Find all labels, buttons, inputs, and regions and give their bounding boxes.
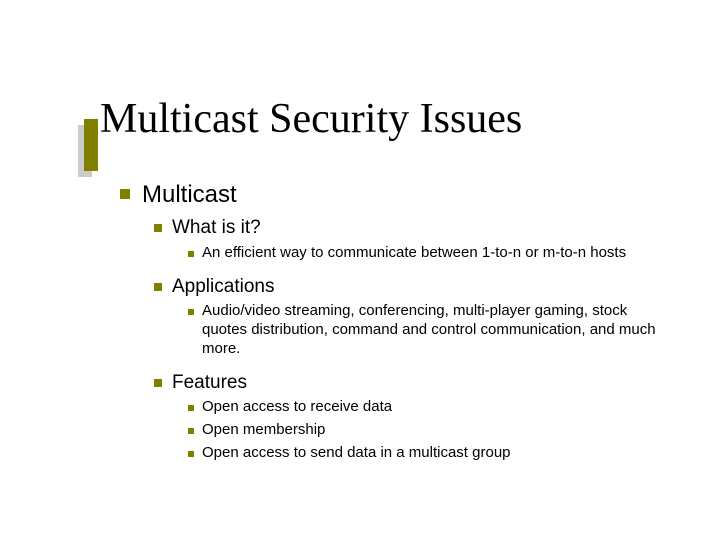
title-block: Multicast Security Issues [100, 95, 522, 143]
bullet-l2-applications: Applications [154, 275, 660, 299]
square-bullet-icon [188, 251, 194, 257]
bullet-text: Multicast [142, 180, 660, 210]
square-bullet-icon [154, 379, 162, 387]
square-bullet-icon [154, 224, 162, 232]
bullet-l2-what-is-it: What is it? [154, 216, 660, 240]
bullet-l3-feat-3: Open access to send data in a multicast … [188, 444, 660, 463]
content-area: Multicast What is it? An efficient way t… [120, 180, 660, 467]
bullet-text: Audio/video streaming, conferencing, mul… [202, 302, 660, 358]
bullet-l3-feat-2: Open membership [188, 421, 660, 440]
bullet-l3-feat-1: Open access to receive data [188, 398, 660, 417]
bullet-text: What is it? [172, 216, 660, 240]
title-bar-icon [84, 119, 98, 171]
bullet-l3-apps-list: Audio/video streaming, conferencing, mul… [188, 302, 660, 358]
bullet-text: Open access to receive data [202, 398, 660, 417]
bullet-text: Open access to send data in a multicast … [202, 444, 660, 463]
square-bullet-icon [154, 283, 162, 291]
bullet-text: An efficient way to communicate between … [202, 244, 660, 263]
square-bullet-icon [188, 428, 194, 434]
slide: Multicast Security Issues Multicast What… [0, 0, 720, 540]
bullet-text: Features [172, 371, 660, 395]
slide-title: Multicast Security Issues [100, 95, 522, 143]
bullet-l2-features: Features [154, 371, 660, 395]
square-bullet-icon [188, 451, 194, 457]
bullet-l3-efficient: An efficient way to communicate between … [188, 244, 660, 263]
square-bullet-icon [188, 405, 194, 411]
bullet-text: Open membership [202, 421, 660, 440]
bullet-text: Applications [172, 275, 660, 299]
bullet-l1-multicast: Multicast [120, 180, 660, 210]
square-bullet-icon [188, 309, 194, 315]
square-bullet-icon [120, 189, 130, 199]
